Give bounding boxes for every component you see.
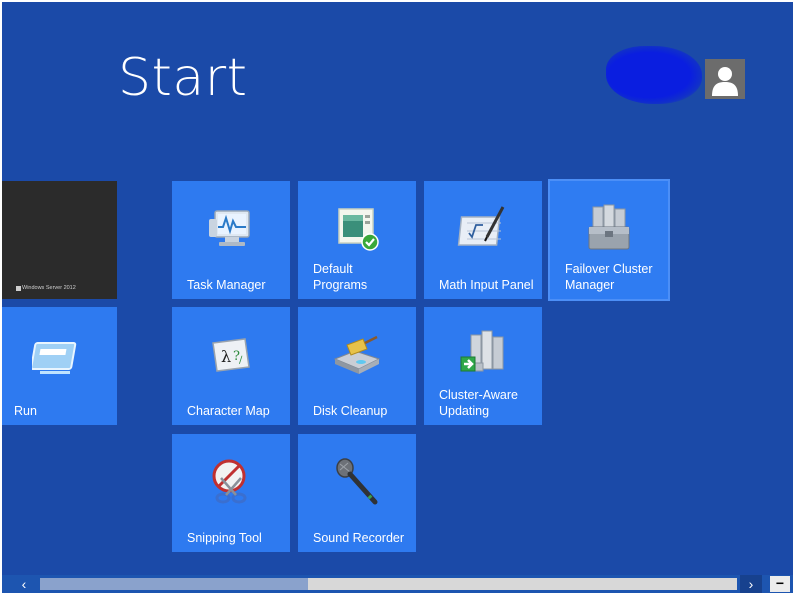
tile-label: Disk Cleanup	[313, 404, 388, 418]
failover-cluster-icon	[583, 203, 635, 255]
tile-label: Character Map	[187, 404, 270, 418]
user-avatar-icon[interactable]	[705, 59, 745, 99]
tile-math-input-panel[interactable]: Math Input Panel	[424, 181, 542, 299]
math-input-icon	[457, 203, 509, 255]
snipping-tool-icon	[205, 456, 257, 508]
horizontal-scrollbar[interactable]: ‹ › −	[2, 575, 793, 593]
scroll-left-button[interactable]: ‹	[12, 575, 36, 593]
tile-sound-recorder[interactable]: Sound Recorder	[298, 434, 416, 552]
desktop-tile[interactable]: Windows Server 2012	[2, 181, 117, 299]
tile-failover-cluster-manager[interactable]: Failover Cluster Manager	[548, 179, 670, 301]
tile-label: Snipping Tool	[187, 531, 262, 545]
default-programs-icon	[331, 203, 383, 255]
sound-recorder-icon	[331, 456, 383, 508]
cluster-updating-icon	[457, 327, 509, 379]
tile-character-map[interactable]: λ ? ∕ Character Map	[172, 307, 290, 425]
tile-label: Failover Cluster Manager	[565, 262, 653, 292]
user-name-redacted[interactable]	[606, 46, 702, 104]
character-map-icon: λ ? ∕	[205, 329, 257, 381]
task-manager-icon	[205, 203, 257, 255]
page-title: Start	[118, 48, 248, 108]
svg-text:λ: λ	[221, 347, 231, 366]
tile-label: Run	[14, 404, 37, 418]
tile-label: Task Manager	[187, 278, 266, 292]
tile-label: Default Programs	[313, 262, 368, 292]
tile-label: Sound Recorder	[313, 531, 405, 545]
scroll-right-button[interactable]: ›	[740, 575, 762, 593]
tile-default-programs[interactable]: Default Programs	[298, 181, 416, 299]
tile-run[interactable]: Run	[2, 307, 117, 425]
desktop-tile-caption: Windows Server 2012	[22, 285, 76, 291]
run-icon	[32, 329, 84, 381]
start-screen: Start Windows Server 2012 Run Task Manag…	[2, 2, 793, 593]
tile-cluster-aware-updating[interactable]: Cluster-Aware Updating	[424, 307, 542, 425]
tile-disk-cleanup[interactable]: Disk Cleanup	[298, 307, 416, 425]
tile-task-manager[interactable]: Task Manager	[172, 181, 290, 299]
semantic-zoom-button[interactable]: −	[770, 576, 790, 592]
tile-snipping-tool[interactable]: Snipping Tool	[172, 434, 290, 552]
scroll-thumb[interactable]	[308, 578, 737, 590]
windows-logo-icon	[16, 286, 21, 291]
tile-label: Cluster-Aware Updating	[439, 388, 518, 418]
disk-cleanup-icon	[331, 329, 383, 381]
tile-label: Math Input Panel	[439, 278, 534, 292]
